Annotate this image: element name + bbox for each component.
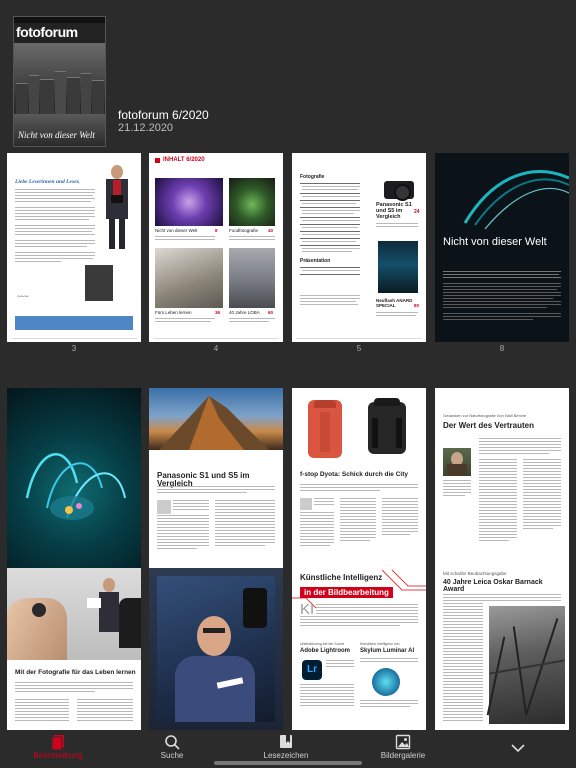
cover-building xyxy=(55,71,66,114)
article-photo xyxy=(157,576,275,722)
page-number: 5 xyxy=(356,344,362,353)
page-image: Mit der Fotografie für das Leben lernen xyxy=(7,568,141,730)
toc-page-number: 24 xyxy=(414,209,420,215)
tab-beschreibung[interactable]: Beschreibung xyxy=(10,734,106,760)
page-image: Nicht von dieser Welt xyxy=(435,153,569,342)
backpack-photo xyxy=(364,398,410,458)
home-indicator[interactable] xyxy=(214,761,362,765)
box-heading: Adobe Lightroom xyxy=(300,648,350,654)
page-image: Panasonic S1 und S5 im Vergleich xyxy=(149,388,283,577)
cover-building xyxy=(67,77,80,114)
toc-caption: 40 Jahre LOBA xyxy=(229,310,260,315)
page-image: Gedanken zur Naturfotografie Von Niall B… xyxy=(435,388,569,577)
toc-caption: Fürs Leben lernen xyxy=(155,310,192,315)
toc-caption: Foodfotografie xyxy=(229,228,259,233)
backpack-photo xyxy=(306,398,344,460)
article-heading: Nicht von dieser Welt xyxy=(443,236,547,248)
search-icon xyxy=(165,735,180,750)
article-kicker: Gedanken zur Naturfotografie Von Niall B… xyxy=(443,413,526,418)
issue-date: 21.12.2020 xyxy=(118,122,174,134)
page-number: 4 xyxy=(213,344,219,353)
page-image xyxy=(149,568,283,730)
dropcap: KI xyxy=(300,601,315,618)
toc-page-number: 40 xyxy=(268,228,274,233)
toc-caption: Nicht von dieser Welt xyxy=(155,228,198,233)
editor-photo xyxy=(102,165,132,250)
author-photo xyxy=(443,448,471,476)
chevron-down-icon xyxy=(511,744,525,753)
page-image xyxy=(7,388,141,577)
toc-page-number: 36 xyxy=(215,310,221,315)
section-marker xyxy=(155,158,160,163)
mini-cover xyxy=(85,265,113,301)
page-image: f-stop Dyota: Schick durch die City xyxy=(292,388,426,577)
issue-cover[interactable]: fotoforum Nicht von dieser Welt xyxy=(14,17,105,146)
luminar-logo xyxy=(372,668,400,696)
cover-building xyxy=(81,73,91,114)
article-photo xyxy=(229,248,275,308)
page-image: Fotografie Präsentation Panasonic S1 und… xyxy=(292,153,426,342)
box-kicker: Künstliche Intelligenz von xyxy=(360,642,400,646)
article-heading: Künstliche Intelligenz xyxy=(300,573,383,582)
page-image: Künstliche Intelligenz in der Bildbearbe… xyxy=(292,568,426,730)
article-heading: f-stop Dyota: Schick durch die City xyxy=(300,471,408,478)
page-image: INHALT 6/2020 Nicht von dieser Welt 8 Fo… xyxy=(149,153,283,342)
issue-title: fotoforum 6/2020 xyxy=(118,108,209,122)
cover-building xyxy=(29,75,39,114)
page-image: Liebe Leserinnen und Leser, ~~~ xyxy=(7,153,141,342)
tab-lesezeichen[interactable]: Lesezeichen xyxy=(238,734,334,760)
page-image: Mit scharfer Beobachtungsgabe 40 Jahre L… xyxy=(435,568,569,730)
cover-photo: Nicht von dieser Welt xyxy=(14,43,105,146)
cover-building xyxy=(16,83,28,114)
article-photo xyxy=(155,178,223,226)
tab-label: Suche xyxy=(160,751,184,760)
collapse-button[interactable] xyxy=(470,740,566,756)
tab-label: Beschreibung xyxy=(33,751,83,760)
box-kicker: Unterstützung bei der Suche xyxy=(300,642,345,646)
article-heading: 40 Jahre Leica Oskar Barnack Award xyxy=(443,579,543,594)
gallery-icon xyxy=(395,734,411,750)
magazine-icon xyxy=(51,735,64,750)
cover-building xyxy=(40,79,54,114)
article-photo xyxy=(486,606,565,724)
camera-photo xyxy=(380,175,418,201)
cover-top-bar xyxy=(14,17,105,23)
toc-section-heading: Fotografie xyxy=(300,174,325,180)
article-heading-highlight: in der Bildbearbeitung xyxy=(300,587,393,598)
page-heading: Liebe Leserinnen und Leser, xyxy=(15,179,80,185)
box-heading: Skylum Luminar AI xyxy=(360,648,415,654)
cover-building xyxy=(92,80,104,114)
lightroom-logo: Lr xyxy=(302,660,322,680)
page-heading: INHALT 6/2020 xyxy=(163,157,205,163)
info-bar xyxy=(15,316,133,330)
toc-section-heading: Präsentation xyxy=(300,258,331,264)
article-photo xyxy=(7,568,141,660)
cover-headline: Nicht von dieser Welt xyxy=(18,130,95,140)
dropcap xyxy=(157,500,171,514)
aerial-photo xyxy=(378,241,418,293)
tab-suche[interactable]: Suche xyxy=(124,734,220,760)
tab-bildergalerie[interactable]: Bildergalerie xyxy=(355,734,451,760)
article-heading: Der Wert des Vertrauten xyxy=(443,421,534,430)
jellyfish-art xyxy=(25,453,126,520)
bookmark-icon xyxy=(280,735,292,748)
signature: ~~~ xyxy=(17,293,29,301)
toc-page-number: 8 xyxy=(215,228,218,233)
toc-page-number: 60 xyxy=(268,310,274,315)
tab-label: Bildergalerie xyxy=(380,751,426,760)
article-kicker: Mit scharfer Beobachtungsgabe xyxy=(443,571,507,576)
article-heading: Mit der Fotografie für das Leben lernen xyxy=(15,669,136,676)
article-photo xyxy=(229,178,275,226)
page-number: 8 xyxy=(499,344,505,353)
mountain-photo xyxy=(149,388,283,450)
dropcap xyxy=(300,498,312,510)
toc-page-number: 80 xyxy=(414,303,420,308)
article-photo xyxy=(155,248,223,308)
tab-label: Lesezeichen xyxy=(263,751,309,760)
cover-logo: fotoforum xyxy=(16,24,78,40)
page-number: 3 xyxy=(71,344,77,353)
